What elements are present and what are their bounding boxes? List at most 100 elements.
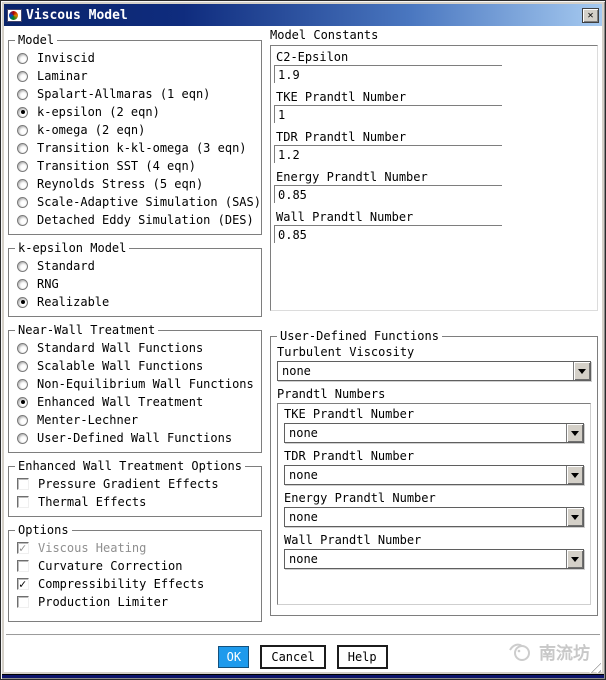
radio-icon (17, 260, 28, 272)
radio-icon (17, 342, 28, 354)
radio-icon (17, 378, 28, 390)
radio-label: Enhanced Wall Treatment (37, 395, 204, 409)
energy-prandtl-input[interactable] (274, 185, 502, 203)
tdr-prandtl-input[interactable] (274, 145, 502, 163)
radio-icon-selected (17, 296, 28, 308)
checkbox-icon-checked (17, 577, 29, 591)
radio-option-user-defined-wall-functions[interactable]: User-Defined Wall Functions (17, 429, 257, 447)
radio-option-des[interactable]: Detached Eddy Simulation (DES) (17, 211, 257, 229)
radio-option-reynolds-stress[interactable]: Reynolds Stress (5 eqn) (17, 175, 257, 193)
checkbox-icon (17, 596, 29, 608)
radio-label: Scalable Wall Functions (37, 359, 204, 373)
radio-option-k-epsilon[interactable]: k-epsilon (2 eqn) (17, 103, 257, 121)
constant-label: Wall Prandtl Number (276, 210, 414, 224)
radio-option-k-omega[interactable]: k-omega (2 eqn) (17, 121, 257, 139)
checkbox-compressibility-effects[interactable]: Compressibility Effects (17, 575, 257, 593)
chevron-down-icon (571, 514, 579, 520)
radio-label: Standard Wall Functions (37, 341, 204, 355)
help-button[interactable]: Help (336, 645, 388, 669)
radio-option-enhanced-wall-treatment[interactable]: Enhanced Wall Treatment (17, 393, 257, 411)
wall-prandtl-input[interactable] (274, 225, 502, 243)
checkbox-icon (17, 478, 29, 490)
radio-option-transition-sst[interactable]: Transition SST (4 eqn) (17, 157, 257, 175)
watermark-text: 南流坊 (539, 644, 590, 664)
radio-label: Transition SST (4 eqn) (37, 159, 196, 173)
radio-option-realizable[interactable]: Realizable (17, 293, 257, 311)
radio-icon (17, 52, 28, 64)
checkbox-label: Production Limiter (38, 595, 169, 609)
checkbox-curvature-correction[interactable]: Curvature Correction (17, 557, 257, 575)
dropdown-arrow-button[interactable] (566, 550, 583, 568)
radio-icon (17, 432, 28, 444)
turbulent-viscosity-dropdown[interactable]: none (277, 361, 591, 381)
radio-icon (17, 214, 28, 226)
radio-label: Inviscid (37, 51, 95, 65)
radio-icon (17, 70, 28, 82)
tke-prandtl-udf-label: TKE Prandtl Number (284, 407, 415, 421)
radio-option-inviscid[interactable]: Inviscid (17, 49, 257, 67)
dropdown-value: none (289, 510, 318, 524)
checkbox-production-limiter[interactable]: Production Limiter (17, 593, 257, 611)
cancel-button[interactable]: Cancel (260, 645, 326, 669)
radio-label: Detached Eddy Simulation (DES) (37, 213, 254, 227)
wall-prandtl-dropdown[interactable]: none (284, 549, 584, 569)
chevron-down-icon (571, 556, 579, 562)
radio-option-menter-lechner[interactable]: Menter-Lechner (17, 411, 257, 429)
checkbox-label: Curvature Correction (38, 559, 183, 573)
radio-option-standard[interactable]: Standard (17, 257, 257, 275)
model-group-label: Model (15, 33, 58, 47)
dropdown-value: none (289, 552, 318, 566)
dropdown-arrow-button[interactable] (566, 424, 583, 442)
constant-tke-prandtl: TKE Prandtl Number (274, 89, 597, 123)
close-icon[interactable]: ✕ (582, 7, 599, 23)
dropdown-arrow-button[interactable] (566, 508, 583, 526)
checkbox-pressure-gradient-effects[interactable]: Pressure Gradient Effects (17, 475, 257, 493)
radio-option-non-equilibrium-wall-functions[interactable]: Non-Equilibrium Wall Functions (17, 375, 257, 393)
ok-button[interactable]: OK (218, 646, 250, 668)
radio-option-transition-k-kl-omega[interactable]: Transition k-kl-omega (3 eqn) (17, 139, 257, 157)
dropdown-arrow-button[interactable] (573, 362, 590, 380)
radio-label: k-epsilon (2 eqn) (37, 105, 160, 119)
k-epsilon-group-label: k-epsilon Model (15, 241, 130, 255)
user-defined-functions-group: User-Defined Functions Turbulent Viscosi… (270, 329, 598, 616)
radio-option-standard-wall-functions[interactable]: Standard Wall Functions (17, 339, 257, 357)
dialog-body: Model Inviscid Laminar Spalart-Allmaras … (4, 26, 602, 672)
tke-prandtl-dropdown[interactable]: none (284, 423, 584, 443)
checkbox-label: Thermal Effects (38, 495, 147, 509)
energy-prandtl-udf-label: Energy Prandtl Number (284, 491, 436, 505)
radio-icon-selected (17, 106, 28, 118)
chevron-down-icon (571, 472, 579, 478)
wall-prandtl-udf-label: Wall Prandtl Number (284, 533, 422, 547)
radio-icon (17, 178, 28, 190)
constant-label: C2-Epsilon (276, 50, 349, 64)
checkbox-label: Pressure Gradient Effects (38, 477, 219, 491)
right-column: Model Constants C2-Epsilon TKE Prandtl N… (270, 28, 598, 624)
constant-label: TKE Prandtl Number (276, 90, 407, 104)
radio-label: Spalart-Allmaras (1 eqn) (37, 87, 211, 101)
chevron-down-icon (571, 430, 579, 436)
radio-label: Non-Equilibrium Wall Functions (37, 377, 254, 391)
radio-option-rng[interactable]: RNG (17, 275, 257, 293)
k-epsilon-model-group: k-epsilon Model Standard RNG Realizable (8, 241, 262, 317)
checkbox-thermal-effects[interactable]: Thermal Effects (17, 493, 257, 511)
radio-label: Laminar (37, 69, 88, 83)
radio-icon (17, 360, 28, 372)
checkbox-label: Viscous Heating (38, 541, 147, 555)
tdr-prandtl-dropdown[interactable]: none (284, 465, 584, 485)
radio-option-sas[interactable]: Scale-Adaptive Simulation (SAS) (17, 193, 261, 211)
radio-icon-selected (17, 396, 28, 408)
radio-label: Scale-Adaptive Simulation (SAS) (37, 195, 261, 209)
dropdown-arrow-button[interactable] (566, 466, 583, 484)
fluent-app-icon (7, 8, 22, 22)
radio-option-scalable-wall-functions[interactable]: Scalable Wall Functions (17, 357, 257, 375)
checkbox-label: Compressibility Effects (38, 577, 205, 591)
radio-icon (17, 196, 28, 208)
radio-label: k-omega (2 eqn) (37, 123, 146, 137)
energy-prandtl-dropdown[interactable]: none (284, 507, 584, 527)
radio-option-spalart-allmaras[interactable]: Spalart-Allmaras (1 eqn) (17, 85, 257, 103)
radio-icon (17, 142, 28, 154)
udf-group-label: User-Defined Functions (277, 329, 442, 343)
c2-epsilon-input[interactable] (274, 65, 502, 83)
radio-option-laminar[interactable]: Laminar (17, 67, 257, 85)
tke-prandtl-input[interactable] (274, 105, 502, 123)
